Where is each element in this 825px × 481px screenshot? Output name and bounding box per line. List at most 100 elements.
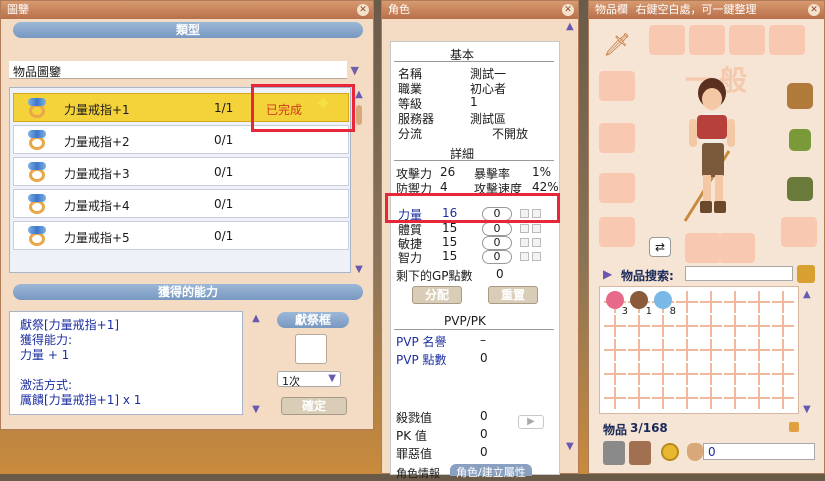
- cookie-icon[interactable]: 1: [628, 291, 652, 317]
- list-scrollbar[interactable]: ▲ ▼: [354, 89, 364, 275]
- inventory-cell[interactable]: [724, 387, 746, 409]
- list-item[interactable]: 力量戒指+5 0/1: [13, 221, 349, 250]
- plus-icon[interactable]: [520, 252, 529, 261]
- ability-scrollbar[interactable]: ▲ ▼: [251, 313, 261, 415]
- inventory-cell[interactable]: [628, 363, 650, 385]
- equipment-slot[interactable]: [719, 233, 755, 263]
- scroll-down-icon[interactable]: ▼: [251, 404, 261, 415]
- times-dropdown[interactable]: 1次 ▼: [277, 371, 341, 388]
- equipment-slot[interactable]: [689, 25, 725, 55]
- scroll-down-icon[interactable]: ▼: [354, 264, 364, 275]
- inventory-scrollbar[interactable]: ▲ ▼: [803, 289, 813, 415]
- inventory-cell[interactable]: [748, 363, 770, 385]
- plus-icon[interactable]: [520, 224, 529, 233]
- basic-label: 分流: [398, 127, 423, 141]
- scroll-down-icon[interactable]: ▼: [566, 441, 574, 452]
- search-input[interactable]: [685, 266, 793, 281]
- equipment-slot[interactable]: [599, 123, 635, 153]
- boots-icon[interactable]: [787, 177, 813, 201]
- list-item[interactable]: 力量戒指+3 0/1: [13, 157, 349, 186]
- inventory-cell[interactable]: [724, 291, 746, 313]
- inventory-cell[interactable]: [676, 291, 698, 313]
- inventory-cell[interactable]: [652, 315, 674, 337]
- swap-icon[interactable]: ⇄: [649, 237, 671, 257]
- equipment-slot[interactable]: [729, 25, 765, 55]
- collection-titlebar[interactable]: 圖鑒 ✕: [1, 1, 373, 19]
- inventory-cell[interactable]: [676, 363, 698, 385]
- category-dropdown[interactable]: 物品圖鑒 ▼: [9, 61, 359, 79]
- inventory-cell[interactable]: [652, 363, 674, 385]
- equipment-slot[interactable]: [599, 217, 635, 247]
- scroll-up-icon[interactable]: ▲: [566, 21, 574, 32]
- close-icon[interactable]: ✕: [357, 4, 369, 16]
- inventory-cell[interactable]: [724, 315, 746, 337]
- stat-input[interactable]: 0: [482, 250, 512, 264]
- stat-input[interactable]: 0: [482, 222, 512, 236]
- tab-character-info[interactable]: 角色情報: [396, 465, 440, 481]
- assign-button[interactable]: 分配: [412, 286, 462, 304]
- inventory-cell[interactable]: [700, 339, 722, 361]
- character-titlebar[interactable]: 角色 ✕: [382, 1, 578, 19]
- equipment-slot[interactable]: [685, 233, 721, 263]
- trash-icon[interactable]: [603, 441, 625, 465]
- inventory-cell[interactable]: [772, 315, 794, 337]
- gloves-icon[interactable]: [789, 129, 811, 151]
- offer-slot[interactable]: [295, 334, 327, 364]
- inventory-cell[interactable]: [724, 363, 746, 385]
- list-item[interactable]: 力量戒指+4 0/1: [13, 189, 349, 218]
- lock-icon[interactable]: [789, 422, 799, 432]
- close-icon[interactable]: ✕: [808, 4, 820, 16]
- scroll-thumb[interactable]: [356, 105, 362, 125]
- inventory-cell[interactable]: [700, 291, 722, 313]
- equipment-slot[interactable]: [599, 173, 635, 203]
- minus-icon[interactable]: [532, 224, 541, 233]
- scroll-up-icon[interactable]: ▲: [251, 313, 261, 324]
- inventory-cell[interactable]: [676, 339, 698, 361]
- inventory-cell[interactable]: [652, 339, 674, 361]
- reset-button[interactable]: 重置: [488, 286, 538, 304]
- equipment-slot[interactable]: [781, 217, 817, 247]
- inventory-cell[interactable]: [772, 291, 794, 313]
- lollipop-icon[interactable]: 3: [604, 291, 628, 317]
- tools-icon[interactable]: [629, 441, 651, 465]
- inventory-cell[interactable]: [748, 315, 770, 337]
- confirm-button[interactable]: 確定: [281, 397, 347, 415]
- inventory-cell[interactable]: [700, 363, 722, 385]
- crystal-icon[interactable]: 8: [652, 291, 676, 317]
- inventory-titlebar[interactable]: 物品欄 右鍵空白處，可一鍵整理 ✕: [589, 1, 824, 19]
- inventory-cell[interactable]: [748, 387, 770, 409]
- arrow-right-icon[interactable]: ▶: [518, 415, 544, 429]
- inventory-cell[interactable]: [676, 315, 698, 337]
- inventory-cell[interactable]: [724, 339, 746, 361]
- inventory-cell[interactable]: [604, 363, 626, 385]
- inventory-cell[interactable]: [604, 387, 626, 409]
- inventory-cell[interactable]: [700, 387, 722, 409]
- inventory-cell[interactable]: [604, 339, 626, 361]
- inventory-cell[interactable]: [748, 339, 770, 361]
- inventory-cell[interactable]: [628, 315, 650, 337]
- sort-icon[interactable]: [797, 265, 815, 283]
- inventory-cell[interactable]: [628, 387, 650, 409]
- inventory-cell[interactable]: [700, 315, 722, 337]
- equipment-slot[interactable]: [649, 25, 685, 55]
- minus-icon[interactable]: [532, 238, 541, 247]
- equipment-slot[interactable]: [769, 25, 805, 55]
- scroll-down-icon[interactable]: ▼: [803, 404, 811, 415]
- armor-icon[interactable]: [787, 83, 813, 109]
- inventory-cell[interactable]: [772, 363, 794, 385]
- equipment-slot[interactable]: [599, 71, 635, 101]
- inventory-cell[interactable]: [652, 387, 674, 409]
- minus-icon[interactable]: [532, 252, 541, 261]
- inventory-cell[interactable]: [772, 339, 794, 361]
- inventory-cell[interactable]: [772, 387, 794, 409]
- inventory-cell[interactable]: [604, 315, 626, 337]
- tab-character-attr[interactable]: 角色/建立屬性: [450, 464, 532, 479]
- plus-icon[interactable]: [520, 238, 529, 247]
- inventory-cell[interactable]: [676, 387, 698, 409]
- scroll-up-icon[interactable]: ▲: [803, 289, 813, 300]
- inventory-cell[interactable]: [628, 339, 650, 361]
- scroll-up-icon[interactable]: ▲: [354, 89, 364, 100]
- close-icon[interactable]: ✕: [562, 4, 574, 16]
- stat-input[interactable]: 0: [482, 236, 512, 250]
- inventory-cell[interactable]: [748, 291, 770, 313]
